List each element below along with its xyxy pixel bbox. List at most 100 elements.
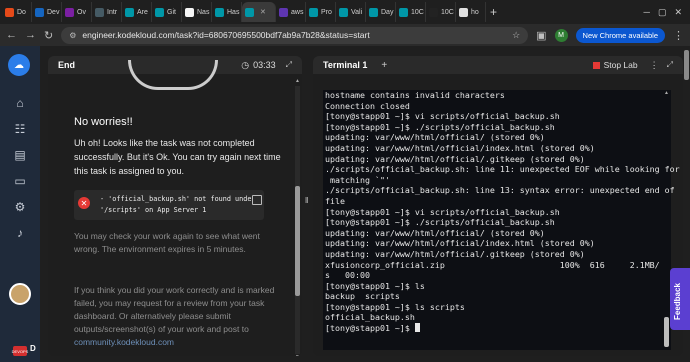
tab-favicon-icon: [95, 7, 104, 17]
terminal-menu-icon[interactable]: ⋮: [650, 60, 659, 71]
terminal-output: hostname contains invalid characters Conn…: [323, 90, 680, 323]
browser-tab[interactable]: ho: [456, 2, 486, 22]
browser-tab[interactable]: Has: [212, 2, 242, 22]
terminal-line: [tony@stapp01 ~]$ ./scripts/official_bac…: [325, 121, 555, 132]
scroll-down-icon[interactable]: ▼: [294, 354, 301, 356]
browser-tab-strip: Do Dev Ov Intr Are Git Nas Has ✕ aws Pro Vali Day 10C…: [0, 0, 690, 24]
copy-icon[interactable]: [252, 195, 262, 205]
browser-tab[interactable]: Dev: [32, 2, 62, 22]
tab-favicon-icon: [245, 7, 254, 17]
page-scroll-thumb[interactable]: [684, 50, 689, 80]
minimize-icon[interactable]: ─: [644, 7, 650, 18]
browser-tab[interactable]: Do: [2, 2, 32, 22]
update-chrome-button[interactable]: New Chrome available: [575, 27, 665, 43]
browser-tab[interactable]: ✕: [242, 2, 276, 22]
terminal-line: hostname contains invalid characters: [325, 90, 505, 100]
terminal-screen[interactable]: hostname contains invalid characters Conn…: [323, 90, 680, 350]
tab-label: Git: [167, 8, 176, 16]
url-text: engineer.kodekloud.com/task?id=680670695…: [82, 30, 370, 40]
tab-label: Day: [381, 8, 394, 16]
kodekloud-logo-icon[interactable]: ☁: [8, 54, 30, 76]
terminal-line: [tony@stapp01 ~]$ ls: [325, 280, 425, 291]
scrollbar-thumb[interactable]: [295, 186, 300, 296]
clock-icon: ◷: [241, 59, 250, 70]
expand-icon[interactable]: ⤢: [286, 60, 292, 70]
tab-favicon-icon: [5, 7, 14, 17]
app-sidebar: ☁ ⌂ ☷ ▤ ▭ ⚙ ♪ DEVOPS D: [0, 46, 40, 362]
dashboard-icon[interactable]: ⌂: [12, 96, 28, 110]
site-info-icon[interactable]: ⚙: [69, 31, 76, 40]
browser-tab[interactable]: Are: [122, 2, 152, 22]
browser-tab[interactable]: Intr: [92, 2, 122, 22]
bell-icon[interactable]: ♪: [12, 226, 28, 240]
terminal-expand-icon[interactable]: ⤢: [667, 60, 673, 70]
timer-value: 03:33: [253, 60, 276, 70]
terminal-scroll-up-icon[interactable]: ▲: [663, 90, 670, 96]
scroll-up-icon[interactable]: ▲: [294, 78, 301, 84]
task-result-panel: End ◷ 03:33 ⤢ No worries!! Uh oh! Looks …: [48, 56, 302, 356]
new-tab-button[interactable]: +: [490, 5, 497, 19]
close-window-icon[interactable]: ✕: [674, 7, 682, 18]
terminal-prompt: [tony@stapp01 ~]$: [325, 323, 415, 334]
user-avatar[interactable]: [9, 283, 31, 305]
review-text: If you think you did your work correctly…: [74, 284, 286, 349]
terminal-cursor: [414, 323, 420, 333]
tab-favicon-icon: [35, 7, 44, 17]
browser-tab[interactable]: Day: [366, 2, 396, 22]
panel-splitter-handle[interactable]: ‖: [305, 196, 308, 205]
result-message: Uh oh! Looks like the task was not compl…: [74, 138, 281, 176]
terminal-scroll-thumb[interactable]: [664, 317, 669, 347]
forward-icon[interactable]: →: [25, 29, 36, 41]
tab-label: 10C: [441, 8, 454, 16]
terminal-line: updating: var/www/html/official/.gitkeep…: [325, 153, 585, 164]
terminal-line: Connection closed: [325, 100, 410, 111]
tab-favicon-icon: [429, 7, 438, 17]
browser-tab[interactable]: 10C: [396, 2, 426, 22]
terminal-line: updating: var/www/html/official/ (stored…: [325, 227, 545, 238]
browser-tab[interactable]: Nas: [182, 2, 212, 22]
browser-tab[interactable]: Vali: [336, 2, 366, 22]
tab-favicon-icon: [369, 7, 378, 17]
close-tab-icon[interactable]: ✕: [260, 8, 266, 16]
reload-icon[interactable]: ↻: [44, 29, 53, 42]
maximize-icon[interactable]: ▢: [658, 7, 667, 18]
tab-label: Has: [227, 8, 240, 16]
tab-favicon-icon: [279, 7, 288, 17]
extensions-icon[interactable]: ▣: [536, 29, 546, 42]
tab-label: Ov: [77, 8, 86, 16]
tab-label: Pro: [321, 8, 332, 16]
profile-avatar[interactable]: M: [554, 28, 568, 42]
user-badge: DEVOPS: [12, 346, 28, 356]
back-icon[interactable]: ←: [6, 29, 17, 41]
browser-tab[interactable]: 10C: [426, 2, 456, 22]
terminal-line: updating: var/www/html/official/.gitkeep…: [325, 248, 585, 259]
terminal-line: backup scripts: [325, 291, 400, 302]
community-link[interactable]: community.kodekloud.com: [74, 337, 174, 347]
chart-icon[interactable]: ▤: [12, 148, 28, 162]
page-scrollbar[interactable]: [684, 50, 689, 355]
browser-tab[interactable]: Pro: [306, 2, 336, 22]
browser-tab[interactable]: Git: [152, 2, 182, 22]
menu-kebab-icon[interactable]: ⋮: [673, 29, 684, 42]
terminal-scrollbar[interactable]: ▲: [663, 90, 670, 347]
document-icon[interactable]: ▭: [12, 174, 28, 188]
error-box: ✕ - 'official_backup.sh' not found unde …: [74, 190, 264, 220]
add-terminal-button[interactable]: +: [381, 60, 387, 71]
settings-icon[interactable]: ⚙: [12, 200, 28, 214]
terminal-line: official_backup.sh: [325, 312, 415, 323]
terminal-tab[interactable]: Terminal 1: [323, 60, 367, 70]
tasks-icon[interactable]: ☷: [12, 122, 28, 136]
stop-lab-label: Stop Lab: [603, 60, 638, 70]
url-input[interactable]: ⚙ engineer.kodekloud.com/task?id=6806706…: [61, 26, 529, 44]
terminal-line: xfusioncorp_official.zip 100% 616 2.1MB/: [325, 259, 660, 270]
terminal-prompt-line[interactable]: [tony@stapp01 ~]$: [323, 323, 671, 334]
browser-tab[interactable]: Ov: [62, 2, 92, 22]
terminal-line: ./scripts/official_backup.sh: line 11: u…: [325, 164, 680, 175]
user-initial: D: [30, 344, 36, 353]
bookmark-star-icon[interactable]: ☆: [512, 30, 520, 41]
panel-scrollbar[interactable]: ▲ ▼: [294, 78, 301, 356]
stop-lab-button[interactable]: Stop Lab: [592, 60, 638, 70]
terminal-line: [tony@stapp01 ~]$ vi scripts/official_ba…: [325, 111, 560, 122]
panel-title: End: [58, 60, 75, 70]
browser-tab[interactable]: aws: [276, 2, 306, 22]
